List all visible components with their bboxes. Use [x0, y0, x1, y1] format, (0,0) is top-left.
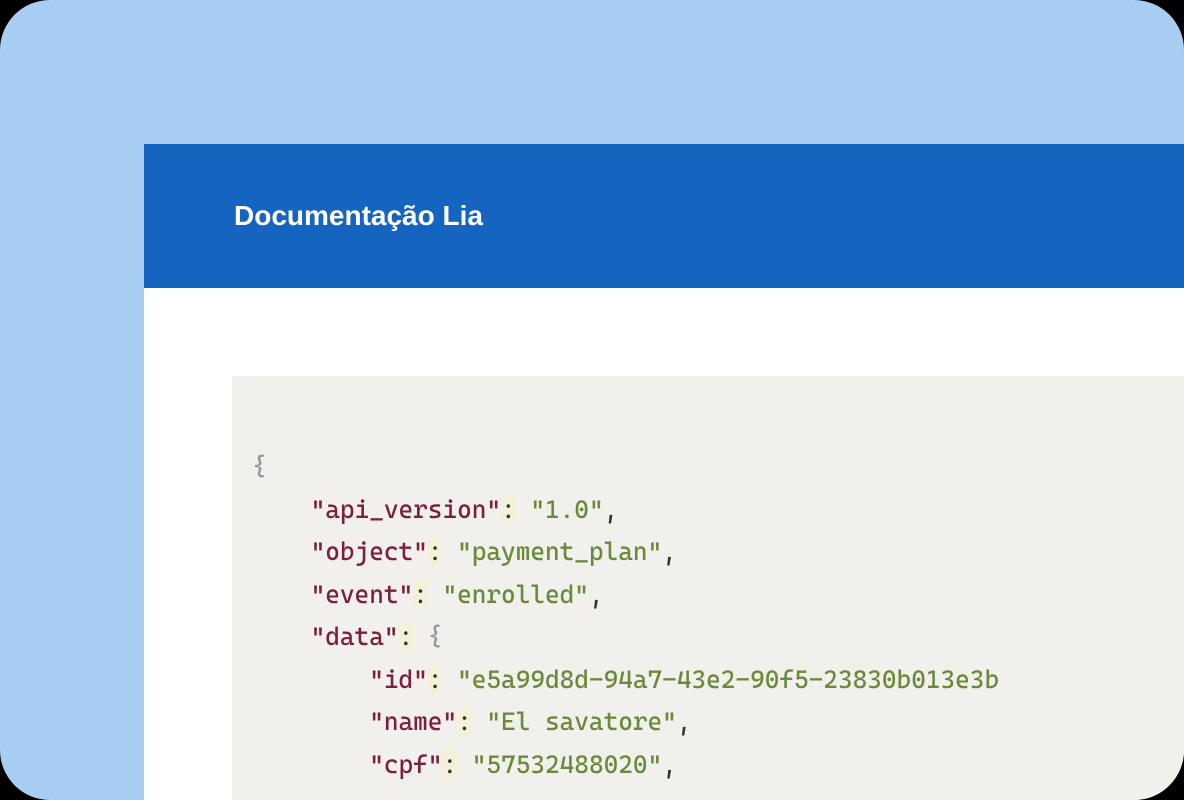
outer-rounded-container: Documentação Lia { "api_version": "1.0",… [0, 0, 1184, 800]
code-block: { "api_version": "1.0", "object": "payme… [232, 376, 1184, 800]
page-title: Documentação Lia [234, 200, 483, 232]
content-area: { "api_version": "1.0", "object": "payme… [144, 288, 1184, 800]
header-bar: Documentação Lia [144, 144, 1184, 288]
document-panel: Documentação Lia { "api_version": "1.0",… [144, 144, 1184, 800]
